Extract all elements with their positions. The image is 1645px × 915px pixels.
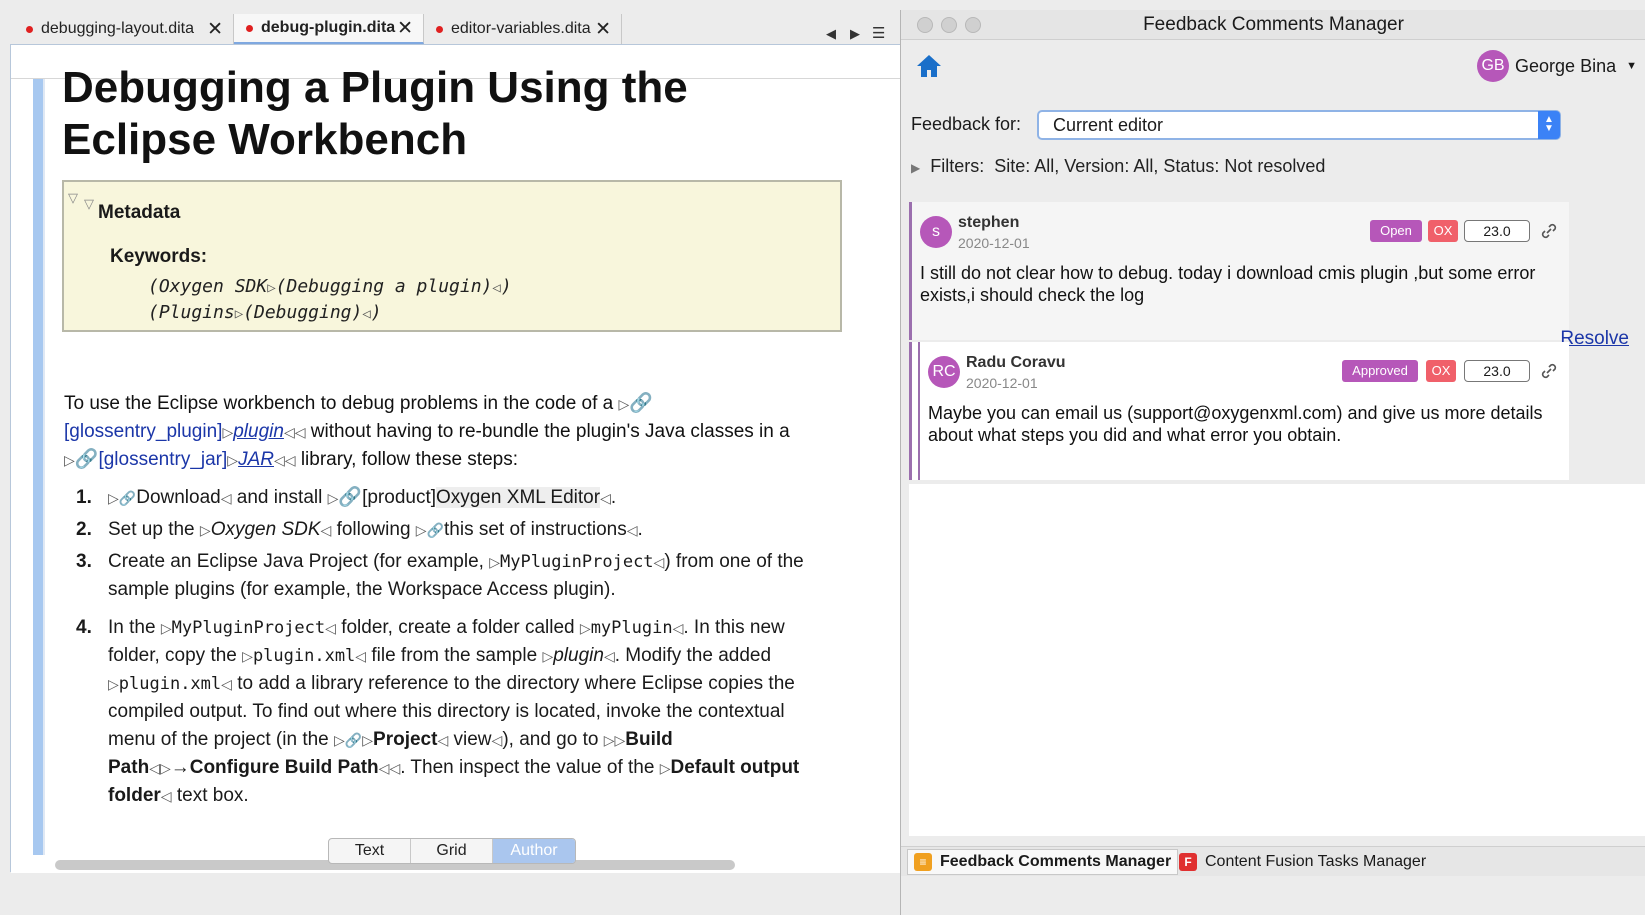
structure-gutter-inner: [43, 79, 45, 855]
comments-empty-area: [909, 484, 1645, 836]
modified-dot-icon: [26, 25, 33, 33]
keyref-glossentry-jar[interactable]: [glossentry_jar]: [98, 449, 227, 470]
list-item: 4. In the ▷MyPluginProject◁ folder, crea…: [76, 617, 800, 806]
status-badge[interactable]: Approved: [1342, 360, 1418, 382]
link-icon: 🔗: [74, 449, 99, 470]
download-link[interactable]: Download: [136, 487, 221, 508]
metadata-heading: Metadata: [98, 202, 181, 223]
filters-label: Filters:: [930, 156, 985, 176]
tab-feedback-comments-manager[interactable]: ≡ Feedback Comments Manager: [907, 849, 1179, 875]
tab-editor-variables[interactable]: editor-variables.dita ✕: [424, 14, 622, 44]
comment-text: Maybe you can email us (support@oxygenxm…: [928, 403, 1543, 445]
mode-tab-text[interactable]: Text: [329, 839, 411, 863]
term-jar-link[interactable]: JAR: [238, 449, 274, 470]
list-item: 1. ▷🔗Download◁ and install ▷🔗[product]Ox…: [76, 487, 617, 508]
intro-paragraph: To use the Eclipse workbench to debug pr…: [64, 393, 790, 470]
comment-card: s stephen 2020-12-01 Open OX 23.0 I stil…: [909, 202, 1629, 349]
feedback-for-select[interactable]: Current editor ▲ ▼: [1037, 110, 1561, 140]
keyref-glossentry-plugin[interactable]: [glossentry_plugin]: [64, 421, 222, 442]
page-title: Debugging a Plugin Using the Eclipse Wor…: [62, 63, 688, 164]
filters-value: Site: All, Version: All, Status: Not res…: [994, 156, 1326, 176]
close-window-button[interactable]: [917, 17, 933, 33]
tab-label: debugging-layout.dita: [41, 20, 195, 37]
collapse-triangle-icon[interactable]: ▽: [68, 190, 78, 206]
tab-label: editor-variables.dita: [451, 20, 591, 37]
tab-debug-plugin[interactable]: debug-plugin.dita ✕: [234, 14, 424, 44]
comment-author: Radu Coravu: [966, 354, 1066, 371]
feedback-comments-manager: Feedback Comments Manager GB George Bina…: [900, 10, 1645, 915]
mode-tab-author[interactable]: Author: [493, 839, 575, 863]
zoom-window-button[interactable]: [965, 17, 981, 33]
close-tab-icon[interactable]: ✕: [595, 20, 611, 39]
view-link[interactable]: view: [454, 729, 492, 750]
comment-text: I still do not clear how to debug. today…: [920, 263, 1536, 305]
user-name: George Bina: [1515, 55, 1617, 76]
resolve-link[interactable]: Resolve: [1560, 328, 1629, 350]
avatar: GB: [1477, 50, 1510, 82]
close-tab-icon[interactable]: ✕: [397, 19, 413, 38]
chevron-down-icon: ▼: [1626, 60, 1637, 72]
product-badge: OX: [1428, 220, 1458, 242]
window-titlebar: Feedback Comments Manager: [901, 10, 1645, 40]
tab-debugging-layout[interactable]: debugging-layout.dita ✕: [14, 14, 234, 44]
link-icon[interactable]: [1540, 222, 1558, 240]
comment-date: 2020-12-01: [966, 375, 1038, 391]
collapse-triangle-icon[interactable]: ▽: [84, 196, 94, 212]
list-item: 3. Create an Eclipse Java Project (for e…: [76, 551, 804, 600]
avatar: RC: [928, 356, 960, 388]
filters-toggle[interactable]: ▶ Filters: Site: All, Version: All, Statu…: [911, 156, 1325, 177]
tab-list-icon[interactable]: ☰: [872, 24, 885, 42]
steps-list: 1. ▷🔗Download◁ and install ▷🔗[product]Ox…: [64, 484, 824, 814]
product-badge: OX: [1426, 360, 1456, 382]
editing-mode-tabs: Text Grid Author: [328, 838, 576, 864]
link-icon[interactable]: [1540, 362, 1558, 380]
metadata-box: ▽ ▽ Metadata Keywords: (Oxygen SDK▷(Debu…: [62, 180, 842, 332]
comment-icon: ≡: [914, 853, 932, 871]
project-view-link[interactable]: Project: [373, 729, 437, 750]
keyword-entry: (Oxygen SDK▷(Debugging a plugin)◁): [148, 276, 512, 297]
reply-indent-line: [918, 342, 920, 480]
close-tab-icon[interactable]: ✕: [207, 20, 223, 39]
version-badge: 23.0: [1464, 360, 1530, 382]
list-item: 2. Set up the ▷Oxygen SDK◁ following ▷🔗t…: [76, 519, 643, 540]
link-icon: 🔗: [629, 393, 653, 414]
select-arrows-icon: ▲ ▼: [1538, 111, 1560, 139]
comment-card: RC Radu Coravu 2020-12-01 Approved OX 23…: [909, 342, 1569, 480]
avatar: s: [920, 216, 952, 248]
editor-pane: debugging-layout.dita ✕ debug-plugin.dit…: [0, 0, 940, 915]
instructions-link[interactable]: this set of instructions: [444, 519, 627, 540]
keyref-product[interactable]: [product]: [362, 487, 436, 508]
minimize-window-button[interactable]: [941, 17, 957, 33]
editor-tabbar: debugging-layout.dita ✕ debug-plugin.dit…: [0, 10, 940, 44]
tab-label: debug-plugin.dita: [261, 19, 396, 36]
view-tabs: ≡ Feedback Comments Manager F Content Fu…: [901, 846, 1645, 876]
mode-tab-grid[interactable]: Grid: [411, 839, 493, 863]
keywords-heading: Keywords:: [110, 246, 208, 267]
comment-date: 2020-12-01: [958, 235, 1030, 251]
content-fusion-icon: F: [1179, 853, 1197, 871]
window-title: Feedback Comments Manager: [1143, 14, 1404, 35]
home-icon[interactable]: [915, 52, 943, 80]
tab-content-fusion-tasks-manager[interactable]: F Content Fusion Tasks Manager: [1173, 849, 1432, 875]
keyword-entry: (Plugins▷(Debugging)◁): [148, 302, 382, 323]
feedback-for-label: Feedback for:: [911, 114, 1022, 134]
modified-dot-icon: [246, 24, 253, 32]
term-plugin-link[interactable]: plugin: [233, 421, 284, 442]
structure-gutter: [33, 79, 43, 855]
tab-scroll-right-icon[interactable]: ▶: [850, 26, 860, 42]
user-menu[interactable]: GB George Bina ▼: [1477, 50, 1637, 82]
modified-dot-icon: [436, 25, 443, 33]
version-badge: 23.0: [1464, 220, 1530, 242]
status-badge[interactable]: Open: [1370, 220, 1422, 242]
tab-scroll-left-icon[interactable]: ◀: [826, 26, 836, 42]
expand-triangle-icon: ▶: [911, 161, 921, 175]
comment-author: stephen: [958, 214, 1020, 231]
